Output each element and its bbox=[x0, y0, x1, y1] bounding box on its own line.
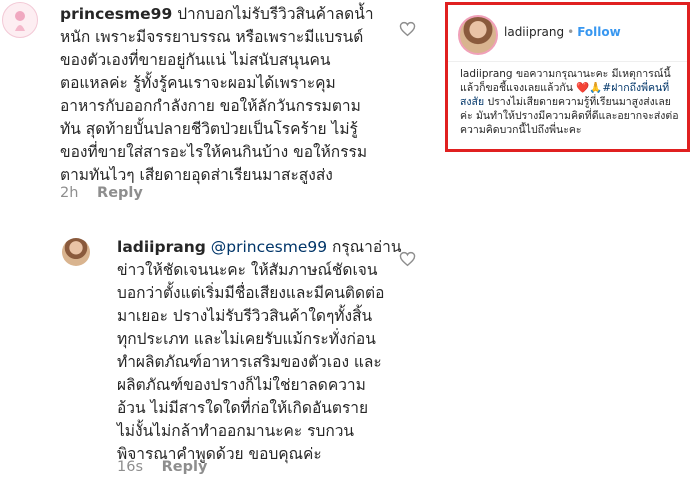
comment-text-line: ของตัวเองที่ขายอยู่กันแน่ ไม่สนับสนุนคน bbox=[60, 51, 331, 69]
like-heart-icon[interactable] bbox=[399, 251, 416, 267]
comment-2: ladiiprang @princesme99 กรุณาอ่าน ข่าวให… bbox=[117, 236, 407, 466]
comment-text-line: ผลิตภัณฑ์ของปรางก็ไม่ใช่ยาลดความ bbox=[117, 376, 366, 394]
comment-username[interactable]: ladiiprang bbox=[117, 238, 206, 256]
comment-text-line: หนัก เพราะมีจรรยาบรรณ หรือเพราะมีแบรนด์ bbox=[60, 28, 364, 46]
caption-username[interactable]: ladiiprang bbox=[460, 68, 513, 80]
reply-button[interactable]: Reply bbox=[97, 185, 143, 201]
avatar[interactable] bbox=[2, 2, 38, 38]
follow-button[interactable]: Follow bbox=[577, 25, 621, 39]
comment-text-line: ข่าวให้ชัดเจนนะคะ ให้สัมภาษณ์ชัดเจน bbox=[117, 261, 378, 279]
comment-text-line: อ้วน ไม่มีสารใดใดที่ก่อให้เกิดอันตราย bbox=[117, 399, 369, 417]
avatar-illustration-icon bbox=[15, 11, 25, 31]
comment-1: princesme99 ปากบอกไม่รับรีวิวสินค้าลดน้ำ… bbox=[60, 3, 400, 187]
comment-text-line: ทัน สุดท้ายบั้นปลายชีวิตป่วยเป็นโรคร้าย … bbox=[60, 120, 358, 138]
caption-text: ปรางไม่เสียดายความรู้ที่เรียนมาสูงส่งเลย bbox=[487, 96, 671, 108]
hashtag-link[interactable]: #ฝากถึงพี่คนที่ bbox=[602, 82, 669, 94]
hashtag-link[interactable]: สงสัย bbox=[460, 96, 484, 108]
comment-text-line: ทำผลิตภัณฑ์อาหารเสริมของตัวเอง และ bbox=[117, 353, 382, 371]
divider bbox=[448, 61, 687, 62]
comment-text-line: บอกว่าตั้งแต่เริ่มมีชื่อเสียงและมีคนติดต… bbox=[117, 284, 385, 302]
post-username[interactable]: ladiiprang bbox=[504, 25, 564, 39]
post-header: ladiiprang • Follow bbox=[504, 25, 621, 39]
comment-meta: 2h Reply bbox=[60, 185, 143, 201]
avatar[interactable] bbox=[62, 238, 90, 266]
caption-text: ความคิดบวกนี้ไปถึงพี่นะคะ bbox=[460, 124, 582, 136]
comment-text-line: ทุกประเภท และไม่เคยรับแม้กระทั่งก่อน bbox=[117, 330, 376, 348]
like-heart-icon[interactable] bbox=[399, 21, 416, 37]
comment-text-line: มาเยอะ ปรางไม่รับรีวิวสินค้าใดๆทั้งสิ้น bbox=[117, 307, 373, 325]
avatar[interactable] bbox=[458, 15, 498, 55]
separator-dot: • bbox=[567, 25, 575, 39]
comment-text-line: กรุณาอ่าน bbox=[332, 238, 402, 256]
comment-text-line: ของที่ขายใส่สารอะไรให้คนกินบ้าง ขอให้กรร… bbox=[60, 143, 368, 161]
comment-timestamp: 2h bbox=[60, 185, 79, 201]
post-caption-card: ladiiprang • Follow ladiiprang ขอความกรุณา… bbox=[445, 2, 690, 152]
comment-text-line: ไม่งั้นไม่กล้าทำออกมานะคะ รบกวน bbox=[117, 422, 355, 440]
mention-link[interactable]: @princesme99 bbox=[211, 238, 327, 256]
comment-text-line: ตอแหลค่ะ รู้ทั้งรู้คนเราจะผอมได้เพราะคุม bbox=[60, 74, 336, 92]
comment-timestamp: 16s bbox=[117, 459, 144, 475]
comment-text-line: ปากบอกไม่รับรีวิวสินค้าลดน้ำ bbox=[177, 5, 374, 23]
caption-text: ค่ะ มันทำให้ปรางมีความคิดที่ดีและอยากจะส… bbox=[460, 110, 679, 122]
comment-meta: 16s Reply bbox=[117, 459, 207, 475]
heart-emoji-icon: ❤️🙏 bbox=[576, 82, 603, 94]
reply-button[interactable]: Reply bbox=[162, 459, 208, 475]
caption-text: แล้วก็ขอชี้แจงเลยแล้วกัน bbox=[460, 82, 573, 94]
comment-text-line: ตามทันไวๆ เสียดายอุดส่าเรียนมาสะสูงส่ง bbox=[60, 166, 333, 184]
post-caption: ladiiprang ขอความกรุณานะคะ มีเหตุการณ์นี… bbox=[460, 67, 686, 137]
comment-text-line: อาหารกับออกกำลังกาย ขอให้ลักวันกรรมตาม bbox=[60, 97, 361, 115]
comment-username[interactable]: princesme99 bbox=[60, 5, 172, 23]
caption-text: ขอความกรุณานะคะ มีเหตุการณ์นี้ bbox=[515, 68, 671, 80]
